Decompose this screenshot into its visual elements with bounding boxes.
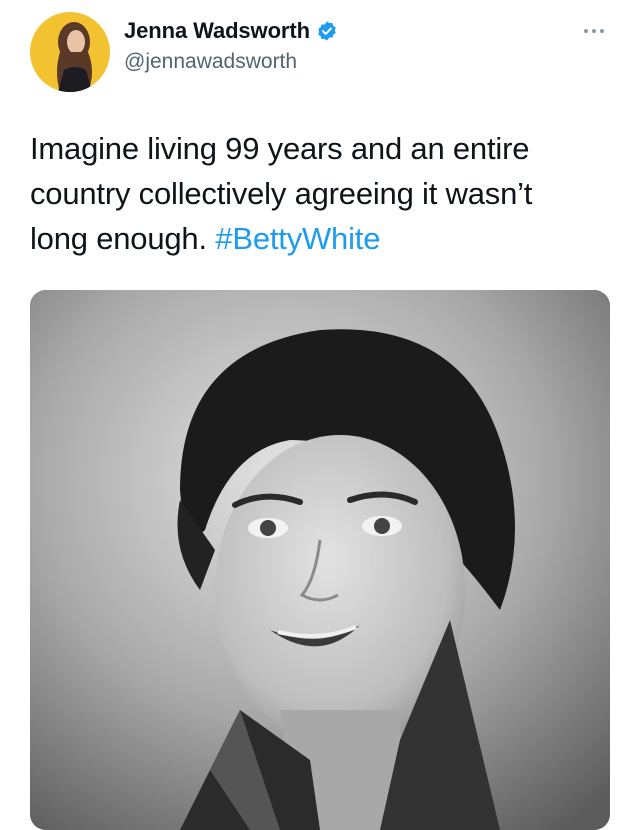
- display-name[interactable]: Jenna Wadsworth: [124, 18, 310, 44]
- handle[interactable]: @jennawadsworth: [124, 50, 338, 74]
- tweet-text-segment: long enough.: [30, 221, 207, 256]
- name-row: Jenna Wadsworth: [124, 18, 338, 44]
- tweet-text-line: long enough. #BettyWhite: [30, 216, 610, 261]
- avatar[interactable]: [30, 12, 110, 92]
- verified-badge-icon: [316, 20, 338, 42]
- tweet-text: Imagine living 99 years and an entire co…: [30, 126, 610, 261]
- tweet-card: Jenna Wadsworth @jennawadsworth Imagine …: [0, 0, 640, 830]
- hashtag-link[interactable]: #BettyWhite: [215, 221, 380, 256]
- author-identity: Jenna Wadsworth @jennawadsworth: [124, 18, 338, 74]
- tweet-text-line: country collectively agreeing it wasn’t: [30, 176, 533, 211]
- tweet-text-line: Imagine living 99 years and an entire: [30, 131, 530, 166]
- more-options-icon[interactable]: [584, 26, 612, 36]
- tweet-photo[interactable]: [30, 290, 610, 830]
